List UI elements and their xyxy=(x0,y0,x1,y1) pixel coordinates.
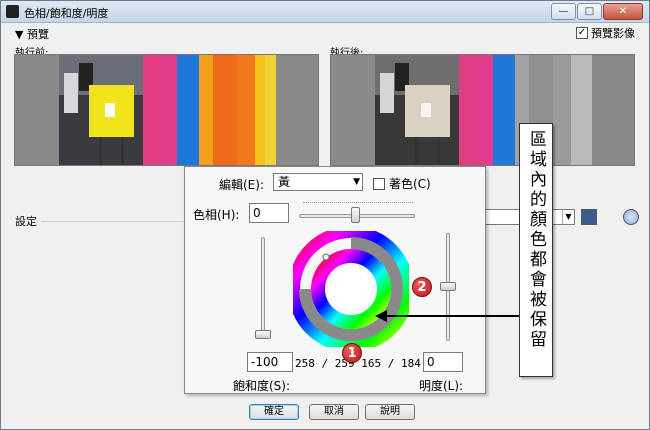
preview-image-toggle[interactable]: ✓ 預覽影像 xyxy=(576,25,635,41)
wheel-center xyxy=(329,267,373,311)
cancel-button[interactable]: 取消 xyxy=(309,404,359,420)
hue-slider-thumb[interactable] xyxy=(351,207,360,223)
callout-arrow-icon xyxy=(375,310,521,322)
callout-note-text: 區域內的顏色都會被保留 xyxy=(526,130,546,350)
edit-channel-select[interactable]: 黃 ▼ xyxy=(273,173,363,191)
lightness-input[interactable]: 0 xyxy=(423,352,463,372)
edit-channel-value: 黃 xyxy=(278,175,291,189)
hue-slider-ticks xyxy=(303,202,413,205)
preview-image-checkbox[interactable]: ✓ xyxy=(576,27,588,39)
window-title: 色相/飽和度/明度 xyxy=(24,7,109,20)
after-photo xyxy=(375,55,592,165)
before-photo xyxy=(59,55,276,165)
annotation-badge-1: 1 xyxy=(342,343,362,363)
maximize-button[interactable]: □ xyxy=(577,3,602,20)
saturation-slider-thumb[interactable] xyxy=(255,330,271,339)
before-photo-image xyxy=(59,55,276,165)
minimize-button[interactable]: — xyxy=(551,3,576,20)
lightness-label: 明度(L): xyxy=(419,379,464,393)
callout-note: 區域內的顏色都會被保留 xyxy=(519,123,553,377)
range-handle-icon xyxy=(322,253,330,261)
dialog-window: 色相/飽和度/明度 — □ ✕ ▼ 預覽 ✓ 預覽影像 執行前: 執行後: xyxy=(0,0,650,430)
preview-section-toggle[interactable]: ▼ 預覽 xyxy=(15,26,49,42)
colorize-label: 著色(C) xyxy=(389,177,431,191)
chevron-down-icon: ▼ xyxy=(562,210,574,224)
app-icon xyxy=(6,5,19,18)
colorize-checkbox[interactable] xyxy=(373,177,385,190)
colorize-toggle[interactable]: 著色(C) xyxy=(373,175,431,192)
saturation-slider-track[interactable] xyxy=(261,237,265,337)
window-controls: — □ ✕ xyxy=(551,3,643,20)
collapse-arrow-icon: ▼ xyxy=(15,28,24,41)
settings-label: 設定 xyxy=(15,215,37,228)
lightness-slider-thumb[interactable] xyxy=(440,282,456,291)
edit-label: 編輯(E): xyxy=(219,178,264,192)
chevron-down-icon: ▼ xyxy=(353,177,360,187)
title-bar[interactable]: 色相/飽和度/明度 — □ ✕ xyxy=(1,1,649,23)
after-photo-image xyxy=(375,55,592,165)
hue-saturation-popup: 編輯(E): 黃 ▼ 著色(C) 色相(H): 0 -100 258 / 259… xyxy=(184,166,486,394)
saturation-label: 飽和度(S): xyxy=(233,379,291,393)
saturation-input[interactable]: -100 xyxy=(247,352,293,372)
help-button[interactable]: 說明 xyxy=(365,404,415,420)
preview-section-label: 預覽 xyxy=(26,28,49,41)
annotation-badge-2: 2 xyxy=(412,277,432,297)
save-preset-icon[interactable] xyxy=(581,209,597,225)
before-preview-panel xyxy=(14,54,319,166)
after-preview-panel xyxy=(330,54,635,166)
ok-button[interactable]: 確定 xyxy=(249,404,299,420)
color-wheel[interactable] xyxy=(293,231,409,347)
hue-input[interactable]: 0 xyxy=(249,203,289,223)
close-button[interactable]: ✕ xyxy=(603,3,643,20)
preview-image-label: 預覽影像 xyxy=(591,27,635,40)
reset-icon[interactable] xyxy=(623,209,639,225)
hue-label: 色相(H): xyxy=(193,208,240,222)
